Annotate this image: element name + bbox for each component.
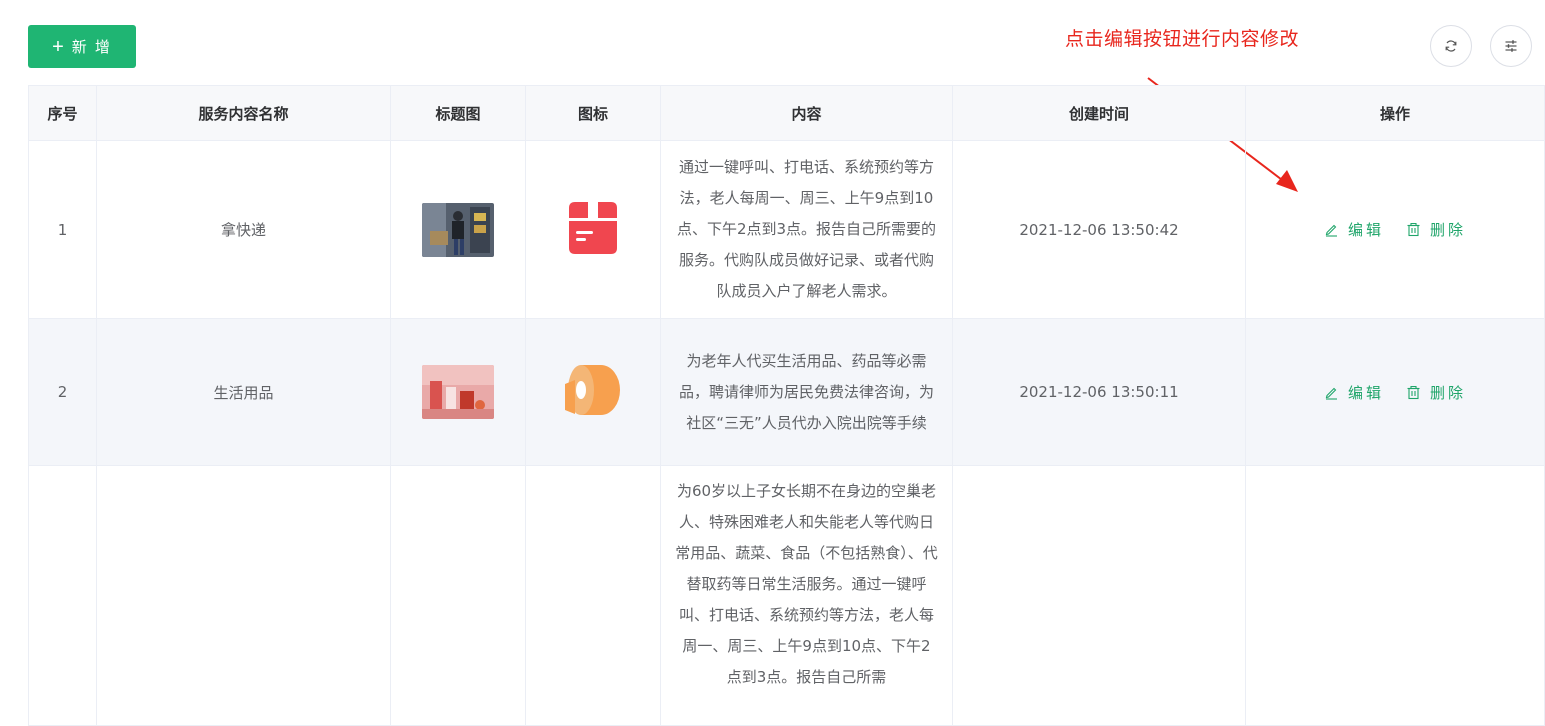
cell-index: 1 xyxy=(28,140,97,319)
cell-actions xyxy=(1245,465,1545,726)
service-table: 序号 服务内容名称 标题图 图标 内容 创建时间 操作 1 拿快递 通过一键呼叫… xyxy=(28,85,1545,726)
tissue-roll-icon xyxy=(565,365,620,415)
edit-icon xyxy=(1325,224,1337,237)
add-button[interactable]: + 新 增 xyxy=(28,25,136,68)
cell-content: 为老年人代买生活用品、药品等必需品，聘请律师为居民免费法律咨询，为社区“三无”人… xyxy=(660,318,953,466)
header-icon[interactable]: 图标 xyxy=(525,85,661,141)
header-content[interactable]: 内容 xyxy=(660,85,953,141)
header-name[interactable]: 服务内容名称 xyxy=(96,85,391,141)
cell-created xyxy=(952,465,1246,726)
edit-button[interactable]: 编辑 xyxy=(1324,382,1384,403)
cell-actions: 编辑 删除 xyxy=(1245,318,1545,466)
edit-label: 编辑 xyxy=(1347,221,1384,239)
edit-icon xyxy=(1325,387,1337,400)
cell-thumbnail xyxy=(390,465,526,726)
delete-button[interactable]: 删除 xyxy=(1406,219,1466,240)
cell-name xyxy=(96,465,391,726)
table-header-row: 序号 服务内容名称 标题图 图标 内容 创建时间 操作 xyxy=(28,85,1545,141)
table-row: 2 生活用品 为老年人代买生活用品、药品等必需品，聘请律师为居民免费法律咨询，为… xyxy=(28,318,1545,466)
plus-icon: + xyxy=(52,35,64,58)
edit-button[interactable]: 编辑 xyxy=(1324,219,1384,240)
cell-index: 2 xyxy=(28,318,97,466)
sliders-icon xyxy=(1505,40,1517,52)
cell-thumbnail xyxy=(390,140,526,319)
table-row: 1 拿快递 通过一键呼叫、打电话、系统预约等方法，老人每周一、周三、上午9点到1… xyxy=(28,140,1545,319)
cell-index xyxy=(28,465,97,726)
delivery-photo[interactable] xyxy=(422,202,494,257)
household-products-photo[interactable] xyxy=(422,365,494,419)
column-settings-button[interactable] xyxy=(1490,25,1532,67)
cell-thumbnail xyxy=(390,318,526,466)
edit-label: 编辑 xyxy=(1347,383,1384,402)
cell-name: 拿快递 xyxy=(96,140,391,319)
delete-label: 删除 xyxy=(1430,221,1467,239)
trash-icon xyxy=(1407,385,1420,399)
cell-icon xyxy=(525,140,661,319)
cell-created: 2021-12-06 13:50:11 xyxy=(952,318,1246,466)
table-row: 为60岁以上子女长期不在身边的空巢老人、特殊困难老人和失能老人等代购日常用品、蔬… xyxy=(28,465,1545,726)
cell-content: 通过一键呼叫、打电话、系统预约等方法，老人每周一、周三、上午9点到10点、下午2… xyxy=(660,140,953,319)
refresh-icon xyxy=(1445,40,1457,52)
header-thumbnail[interactable]: 标题图 xyxy=(390,85,526,141)
annotation-text: 点击编辑按钮进行内容修改 xyxy=(1065,28,1300,50)
cell-name: 生活用品 xyxy=(96,318,391,466)
header-index[interactable]: 序号 xyxy=(28,85,97,141)
cell-created: 2021-12-06 13:50:42 xyxy=(952,140,1246,319)
cell-content: 为60岁以上子女长期不在身边的空巢老人、特殊困难老人和失能老人等代购日常用品、蔬… xyxy=(660,465,953,726)
delete-button[interactable]: 删除 xyxy=(1406,382,1466,403)
trash-icon xyxy=(1407,222,1420,237)
cell-icon xyxy=(525,465,661,726)
cell-actions: 编辑 删除 xyxy=(1245,140,1545,319)
header-created[interactable]: 创建时间 xyxy=(952,85,1246,141)
add-button-label: 新 增 xyxy=(71,39,112,56)
header-actions[interactable]: 操作 xyxy=(1245,85,1545,141)
refresh-button[interactable] xyxy=(1430,25,1472,67)
package-icon xyxy=(569,201,617,254)
cell-icon xyxy=(525,318,661,466)
delete-label: 删除 xyxy=(1430,383,1467,402)
